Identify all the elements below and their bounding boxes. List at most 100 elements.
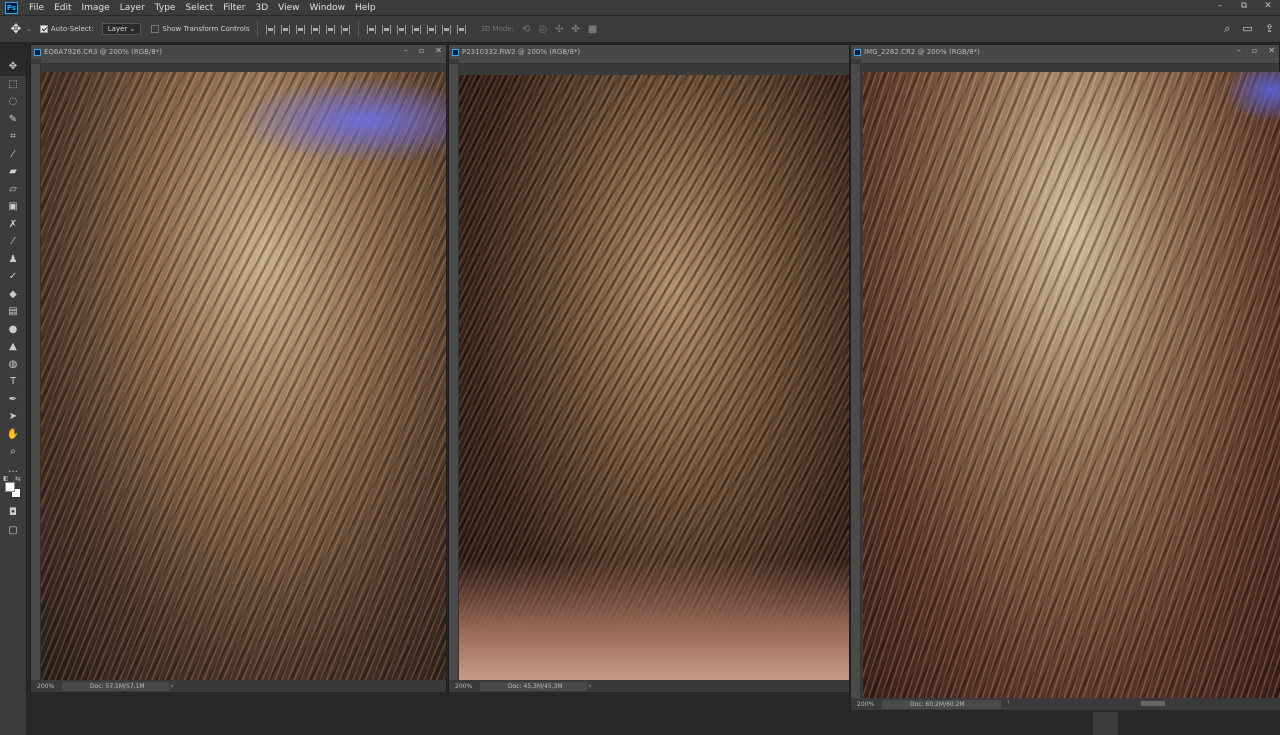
transform-controls-checkbox[interactable]: [151, 25, 160, 33]
close-button[interactable]: ✕: [1256, 0, 1280, 15]
doc-maximize-icon[interactable]: ▫: [1252, 46, 1257, 55]
auto-select-label: Auto-Select:: [50, 25, 94, 33]
zoom-level[interactable]: 200%: [851, 701, 876, 708]
scrollbar-thumb[interactable]: [1141, 701, 1165, 706]
distribute-top-icon[interactable]: [367, 24, 377, 34]
zoom-level[interactable]: 200%: [31, 683, 56, 690]
crop-tool-icon[interactable]: ⌗: [0, 128, 26, 146]
restore-button[interactable]: ⧉: [1232, 0, 1256, 15]
ps-file-icon: [452, 48, 459, 56]
drag-3d-icon[interactable]: ✣: [555, 24, 563, 35]
auto-align-icon[interactable]: [457, 24, 467, 34]
clone-stamp-icon[interactable]: ♟: [0, 251, 26, 269]
align-top-icon[interactable]: [266, 24, 276, 34]
distribute-left-icon[interactable]: [412, 24, 422, 34]
path-selection-tool-icon[interactable]: ➤: [0, 408, 26, 426]
canvas-image-2[interactable]: [459, 75, 849, 680]
quick-mask-icon[interactable]: ◘: [0, 504, 26, 522]
menu-window[interactable]: Window: [305, 3, 351, 13]
align-horizontal-center-icon[interactable]: [326, 24, 336, 34]
document-window-2: P2310332.RW2 @ 200% (RGB/8*) 200% Doc: 4…: [448, 44, 850, 692]
menu-edit[interactable]: Edit: [49, 3, 76, 13]
zoom-level[interactable]: 200%: [449, 683, 474, 690]
canvas-image-1[interactable]: [41, 72, 446, 680]
gradient-tool-icon[interactable]: ▤: [0, 303, 26, 321]
dodge-tool-icon[interactable]: ◍: [0, 356, 26, 374]
healing-brush-tool-icon[interactable]: ▰: [0, 163, 26, 181]
distribute-horizontal-center-icon[interactable]: [427, 24, 437, 34]
document-tab-2[interactable]: P2310332.RW2 @ 200% (RGB/8*): [449, 45, 849, 59]
default-colors-icon[interactable]: ◧: [3, 475, 9, 482]
divider: [358, 21, 360, 37]
vertical-ruler: [31, 64, 41, 680]
roll-3d-icon[interactable]: ◎: [538, 24, 547, 35]
doc-close-icon[interactable]: ✕: [435, 46, 442, 55]
color-swatches[interactable]: ◧ ⇆: [0, 475, 26, 504]
pen-tool-icon[interactable]: ✒: [0, 391, 26, 409]
type-tool-icon[interactable]: T: [0, 373, 26, 391]
distribute-bottom-icon[interactable]: [397, 24, 407, 34]
history-brush-icon[interactable]: ✓: [0, 268, 26, 286]
marquee-tool-icon[interactable]: ⬚: [0, 76, 26, 94]
auto-select-target-dropdown[interactable]: Layer ⌄: [101, 23, 142, 35]
hand-tool-icon[interactable]: ✋: [0, 426, 26, 444]
eraser-tool-icon[interactable]: ⁄: [0, 233, 26, 251]
status-bar-1: 200% Doc: 57,1M/57,1M ›: [31, 680, 446, 692]
document-controls-3: – ▫ ✕: [1237, 46, 1275, 55]
menu-filter[interactable]: Filter: [218, 3, 250, 13]
menu-view[interactable]: View: [273, 3, 304, 13]
search-icon[interactable]: ⌕: [1224, 22, 1230, 36]
canvas-image-3[interactable]: [863, 72, 1280, 698]
photoshop-logo-icon: Ps: [5, 1, 18, 14]
menu-type[interactable]: Type: [150, 3, 181, 13]
clone-stamp-tool-icon[interactable]: ▣: [0, 198, 26, 216]
vertical-ruler: [449, 64, 459, 680]
zoom-tool-icon[interactable]: ⌕: [0, 443, 26, 461]
brush-tool-icon[interactable]: ▱: [0, 181, 26, 199]
menu-file[interactable]: File: [24, 3, 49, 13]
document-tab-1[interactable]: EQ6A7926.CR3 @ 200% (RGB/8*) – ▫ ✕: [31, 45, 446, 59]
3d-mode-label: 3D Mode:: [480, 25, 514, 33]
doc-close-icon[interactable]: ✕: [1268, 46, 1275, 55]
eyedropper-tool-icon[interactable]: ⁄: [0, 146, 26, 164]
menu-3d[interactable]: 3D: [251, 3, 274, 13]
foreground-color-swatch[interactable]: [5, 482, 15, 492]
swap-colors-icon[interactable]: ⇆: [15, 475, 21, 483]
sharpen-tool-icon[interactable]: ▲: [0, 338, 26, 356]
screen-mode-icon[interactable]: ▢: [0, 522, 26, 540]
panel-stub: [1093, 712, 1118, 735]
distribute-right-icon[interactable]: [442, 24, 452, 34]
document-tab-3[interactable]: IMG_2282.CR2 @ 200% (RGB/8*) – ▫ ✕: [851, 45, 1279, 59]
horizontal-scrollbar[interactable]: ‹: [1001, 698, 1279, 708]
minimize-button[interactable]: –: [1208, 0, 1232, 15]
eraser-icon[interactable]: ◆: [0, 286, 26, 304]
doc-minimize-icon[interactable]: –: [404, 46, 408, 55]
move-tool-icon[interactable]: ✥: [6, 22, 26, 37]
align-left-icon[interactable]: [311, 24, 321, 34]
doc-maximize-icon[interactable]: ▫: [419, 46, 424, 55]
slide-3d-icon[interactable]: ✤: [572, 24, 580, 35]
quick-selection-tool-icon[interactable]: ✎: [0, 111, 26, 129]
workspace-icon[interactable]: ▭: [1242, 22, 1252, 36]
scale-3d-icon[interactable]: ■: [588, 24, 597, 35]
menu-help[interactable]: Help: [350, 3, 381, 13]
status-menu-arrow-icon[interactable]: ›: [589, 682, 592, 690]
menu-layer[interactable]: Layer: [115, 3, 150, 13]
share-icon[interactable]: ⇪: [1265, 22, 1274, 36]
lasso-tool-icon[interactable]: ◌: [0, 93, 26, 111]
auto-select-checkbox[interactable]: [39, 25, 48, 33]
history-brush-tool-icon[interactable]: ✗: [0, 216, 26, 234]
align-bottom-icon[interactable]: [296, 24, 306, 34]
scroll-left-icon[interactable]: ‹: [1007, 698, 1010, 706]
move-tool-icon[interactable]: ✥: [0, 58, 26, 76]
doc-minimize-icon[interactable]: –: [1237, 46, 1241, 55]
menu-select[interactable]: Select: [180, 3, 218, 13]
align-right-icon[interactable]: [341, 24, 351, 34]
orbit-3d-icon[interactable]: ⟲: [522, 24, 530, 35]
blur-tool-icon[interactable]: ●: [0, 321, 26, 339]
tool-preset-dropdown-icon[interactable]: ⌄: [26, 25, 32, 33]
status-menu-arrow-icon[interactable]: ›: [171, 682, 174, 690]
distribute-vertical-center-icon[interactable]: [382, 24, 392, 34]
menu-image[interactable]: Image: [77, 3, 115, 13]
align-vertical-center-icon[interactable]: [281, 24, 291, 34]
